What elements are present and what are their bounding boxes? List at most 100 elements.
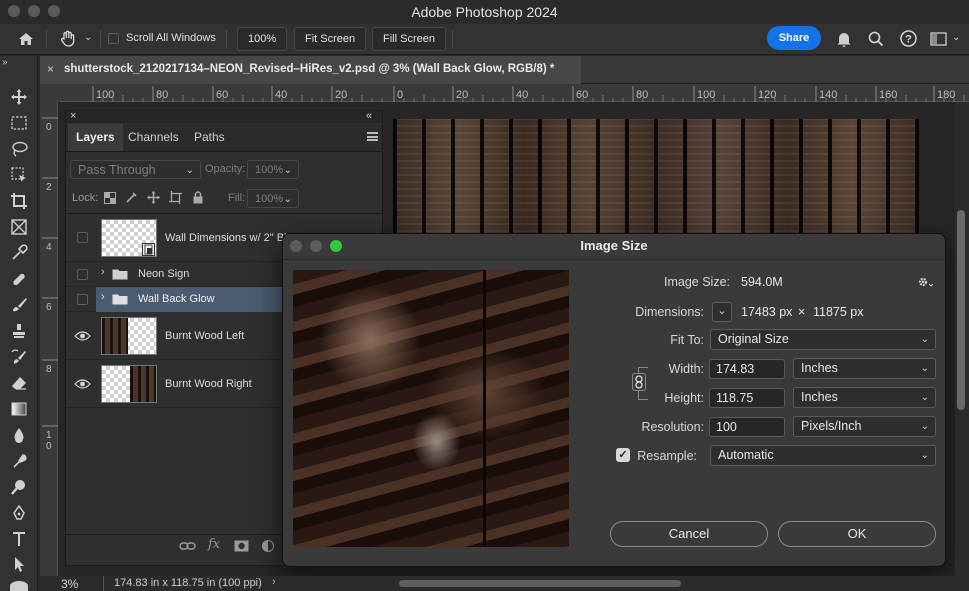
dimensions-dropdown[interactable]: ⌄: [712, 302, 732, 322]
marquee-tool-icon[interactable]: [8, 112, 30, 134]
tab-paths[interactable]: Paths: [186, 124, 233, 151]
chevron-down-icon[interactable]: ⌄: [952, 32, 960, 43]
height-input[interactable]: 118.75: [709, 388, 785, 408]
resolution-unit-select[interactable]: Pixels/Inch ⌄: [793, 416, 936, 437]
gradient-tool-icon[interactable]: [8, 398, 30, 420]
lock-image-icon[interactable]: [125, 191, 138, 204]
lock-label: Lock:: [72, 192, 99, 204]
eyedropper-tool-icon[interactable]: [8, 242, 30, 264]
crop-tool-icon[interactable]: [8, 190, 30, 212]
close-tab-icon[interactable]: ×: [47, 62, 54, 76]
height-unit-value: Inches: [801, 390, 838, 404]
layer-visibility-toggle[interactable]: [77, 269, 88, 280]
chevron-right-icon[interactable]: ›: [272, 576, 276, 588]
fit-screen-button[interactable]: Fit Screen: [294, 27, 367, 51]
close-panel-icon[interactable]: ×: [70, 110, 76, 122]
clone-stamp-tool-icon[interactable]: [8, 320, 30, 342]
shape-tool-icon[interactable]: [10, 581, 28, 591]
ruler-origin[interactable]: [40, 84, 60, 102]
tab-channels[interactable]: Channels: [120, 124, 187, 151]
healing-brush-tool-icon[interactable]: [8, 268, 30, 290]
gear-icon[interactable]: [917, 276, 934, 291]
lock-position-icon[interactable]: [147, 191, 160, 204]
fit-to-select[interactable]: Original Size ⌄: [710, 329, 936, 350]
image-preview[interactable]: [293, 270, 569, 547]
path-selection-tool-icon[interactable]: [8, 553, 30, 575]
fill-value: 100%: [255, 193, 284, 205]
object-selection-tool-icon[interactable]: [8, 164, 30, 186]
adjustment-layer-icon[interactable]: [262, 540, 274, 552]
hand-tool-icon[interactable]: [58, 29, 78, 49]
ruler-label: 6: [46, 302, 52, 313]
resolution-label: Resolution:: [641, 420, 704, 434]
fill-field[interactable]: 100% ⌄: [247, 189, 299, 208]
history-brush-tool-icon[interactable]: [8, 346, 30, 368]
chevron-right-icon[interactable]: ›: [101, 266, 105, 278]
width-input[interactable]: 174.83: [709, 359, 785, 379]
blend-mode-select[interactable]: Pass Through ⌄: [70, 160, 201, 179]
vertical-scrollbar-thumb[interactable]: [957, 210, 965, 410]
eye-icon[interactable]: [74, 378, 91, 390]
tab-layers[interactable]: Layers: [68, 124, 123, 151]
lasso-tool-icon[interactable]: [8, 138, 30, 160]
collapse-panel-icon[interactable]: «: [366, 110, 372, 122]
height-unit-select[interactable]: Inches ⌄: [793, 387, 936, 408]
layer-visibility-toggle[interactable]: [77, 294, 88, 305]
frame-tool-icon[interactable]: [8, 216, 30, 238]
lock-transparent-icon[interactable]: [104, 192, 116, 204]
help-icon[interactable]: ?: [899, 29, 918, 48]
ok-button[interactable]: OK: [778, 521, 936, 547]
opacity-value: 100%: [255, 164, 284, 176]
fill-screen-button[interactable]: Fill Screen: [372, 27, 446, 51]
zoom-magnifier-tool-icon[interactable]: [8, 476, 30, 498]
resample-value: Automatic: [718, 448, 774, 462]
eraser-tool-icon[interactable]: [8, 372, 30, 394]
blur-tool-icon[interactable]: [8, 424, 30, 446]
vertical-ruler[interactable]: 0246810: [40, 102, 58, 576]
status-doc-info: 174.83 in x 118.75 in (100 ppi): [114, 577, 262, 589]
fill-label: Fill:: [228, 192, 246, 204]
zoom-100-button[interactable]: 100%: [237, 27, 288, 51]
layer-thumbnail: [101, 365, 157, 403]
brush-tool-icon[interactable]: [8, 294, 30, 316]
scroll-all-windows-checkbox[interactable]: [108, 33, 119, 44]
home-icon[interactable]: [17, 30, 35, 48]
resolution-input[interactable]: 100: [709, 417, 785, 437]
lock-all-icon[interactable]: [192, 191, 204, 204]
bell-icon[interactable]: [835, 30, 853, 48]
chevron-right-icon[interactable]: ›: [101, 291, 105, 303]
pen-tool-icon[interactable]: [8, 502, 30, 524]
share-button[interactable]: Share: [767, 26, 821, 50]
chevron-down-icon: ⌄: [920, 450, 929, 461]
chevron-down-icon: ⌄: [920, 392, 929, 403]
chevron-down-icon: ⌄: [920, 334, 929, 345]
move-tool-icon[interactable]: [8, 86, 30, 108]
ruler-label: 20: [335, 89, 347, 101]
horizontal-ruler[interactable]: 100 80 60 40 20 0 20 40 60 80 100 120 140 160 180: [60, 84, 969, 102]
panel-menu-icon[interactable]: [367, 132, 378, 141]
expand-panel-icon[interactable]: »: [2, 57, 8, 68]
dodge-tool-icon[interactable]: [8, 450, 30, 472]
image-size-value: 594.0M: [741, 275, 783, 289]
resample-select[interactable]: Automatic ⌄: [710, 445, 936, 466]
layer-visibility-toggle[interactable]: [77, 232, 88, 243]
cancel-button[interactable]: Cancel: [610, 521, 768, 547]
image-size-label: Image Size:: [663, 275, 730, 289]
width-unit-select[interactable]: Inches ⌄: [793, 358, 936, 379]
workspace-icon[interactable]: [930, 31, 948, 47]
fx-icon[interactable]: fx: [208, 537, 220, 552]
chevron-down-icon[interactable]: ⌄: [84, 32, 92, 43]
add-mask-icon[interactable]: [234, 540, 249, 552]
search-icon[interactable]: [867, 30, 885, 48]
chevron-down-icon: ⌄: [283, 165, 292, 176]
horizontal-scrollbar-thumb[interactable]: [399, 580, 681, 587]
type-tool-icon[interactable]: [8, 528, 30, 550]
dimensions-times: ×: [798, 305, 806, 319]
link-layers-icon[interactable]: [179, 541, 196, 551]
eye-icon[interactable]: [74, 330, 91, 342]
ruler-label: 60: [216, 89, 228, 101]
status-zoom[interactable]: 3%: [61, 577, 78, 591]
opacity-field[interactable]: 100% ⌄: [247, 160, 299, 179]
chain-link-icon: [635, 375, 643, 389]
lock-artboard-icon[interactable]: [169, 191, 182, 204]
